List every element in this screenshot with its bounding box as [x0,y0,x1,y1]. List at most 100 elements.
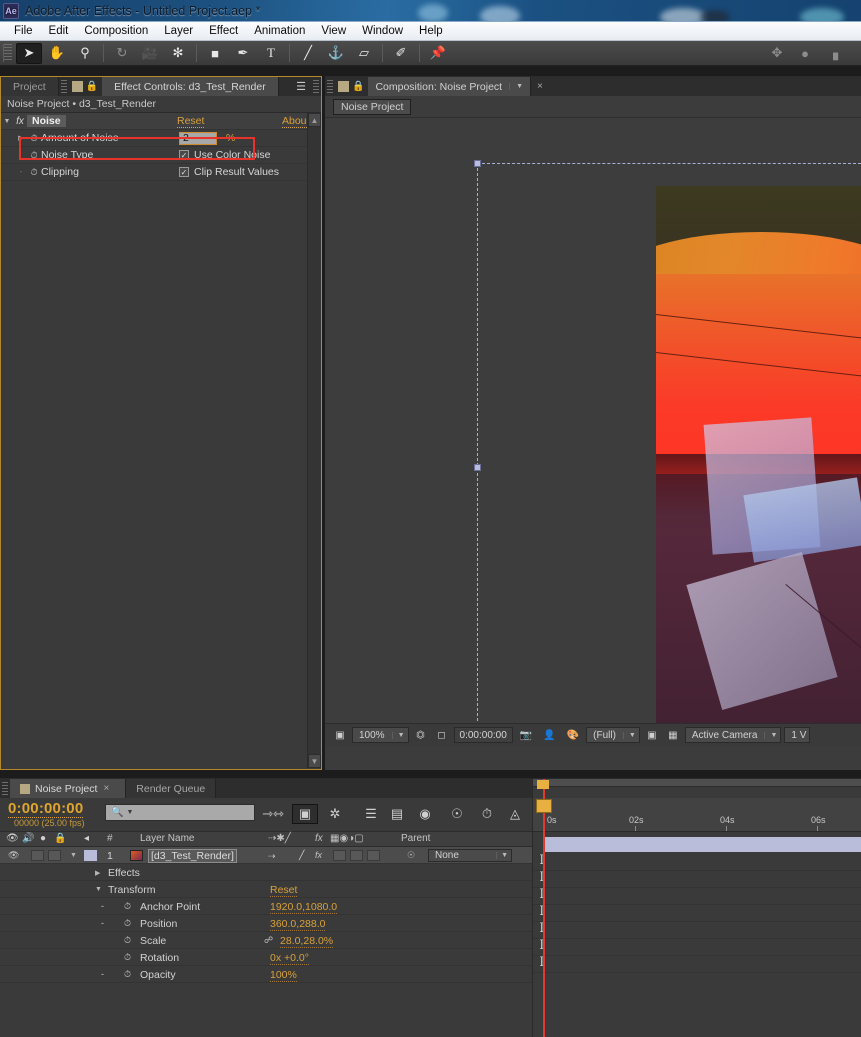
work-area-bar[interactable] [533,779,861,787]
selection-tool-icon[interactable]: ➤ [16,43,42,64]
tab-composition[interactable]: Composition: Noise Project ▼ [368,77,531,96]
about-link[interactable]: Abou [282,115,307,128]
layer-name[interactable]: [d3_Test_Render] [148,849,237,863]
use-color-noise-checkbox[interactable]: ✓ [179,150,189,160]
brainstorm-icon[interactable]: ◉ [412,804,438,824]
property-row-amount-of-noise[interactable]: ▶ ⏱ Amount of Noise 2 % [1,130,307,147]
panel-grip-icon[interactable] [61,80,67,93]
pen-tool-icon[interactable]: ✒ [230,43,256,64]
draft-3d-icon[interactable]: ▣ [292,804,318,824]
scale-link-icon[interactable]: ☍ [264,935,273,946]
parent-dropdown[interactable]: None ▼ [428,849,512,862]
prop-value-rotation[interactable]: 0x +0.0° [270,952,309,965]
composition-mini-flowchart-icon[interactable]: ⇾⇿ [260,804,286,824]
puppet-pin-tool-icon[interactable]: 📌 [425,43,451,64]
tab-noise-project[interactable]: Noise Project × [10,779,126,798]
layer-shy-icon[interactable]: ⇢ [268,851,276,862]
graph-editor-icon[interactable]: ◬ [502,804,528,824]
layer-duration-bar[interactable] [545,837,861,852]
transparency-grid-icon[interactable]: ▦ [664,727,682,743]
zoom-tool-icon[interactable]: ⚲ [72,43,98,64]
grid-icon[interactable]: ▗ [820,43,846,64]
motion-sketch-icon[interactable]: ⏱ [474,804,500,824]
layer-solo-toggle[interactable] [48,850,61,861]
layer-3d-toggle[interactable] [367,850,380,861]
stopwatch-icon-position[interactable]: ⏱ [124,918,131,929]
pan-behind-tool-icon[interactable]: ✻ [165,43,191,64]
stopwatch-icon-scale[interactable]: ⏱ [124,935,131,946]
roto-brush-tool-icon[interactable]: ✐ [388,43,414,64]
tab-render-queue[interactable]: Render Queue [126,779,216,798]
lock-icon[interactable]: 🔒 [86,81,98,92]
stopwatch-icon-opacity[interactable]: ⏱ [124,969,131,980]
twirl-right-icon[interactable]: ▶ [15,134,27,142]
rotation-tool-icon[interactable]: ↻ [109,43,135,64]
channel-rgb-icon[interactable]: 🎨 [563,727,583,743]
layer-video-toggle-icon[interactable]: 👁 [8,850,19,861]
chevron-down-icon[interactable]: ▼ [509,83,523,90]
layer-twirl-icon[interactable]: ▼ [70,852,77,859]
time-ruler[interactable]: 0s 02s 04s 06s [533,798,861,832]
resolution-dropdown[interactable]: (Full) ▼ [586,727,640,743]
clone-stamp-tool-icon[interactable]: ⚓ [323,43,349,64]
breadcrumb-noise-project[interactable]: Noise Project [333,99,411,115]
camera-dropdown[interactable]: Active Camera ▼ [685,727,782,743]
selection-handle-ml[interactable] [474,464,481,471]
composition-viewer[interactable]: ▣ 100% ▼ ⏣ ◻ 0:00:00:00 📷 👤 🎨 (Full) ▼ ▣… [325,118,861,746]
property-row-noise-type[interactable]: ⏱ Noise Type ✓ Use Color Noise [1,147,307,164]
menu-view[interactable]: View [313,24,354,38]
dot-icon[interactable]: ● [792,43,818,64]
snapshot-camera-icon[interactable]: 📷 [516,727,536,743]
menu-animation[interactable]: Animation [246,24,313,38]
twirl-right-icon-effects[interactable]: ▶ [95,869,100,877]
menu-effect[interactable]: Effect [201,24,246,38]
frame-blending-icon[interactable]: ☰ [358,804,384,824]
hand-tool-icon[interactable]: ✋ [44,43,70,64]
timeline-current-time[interactable]: 0:00:00:00 [8,800,83,818]
effect-header-row[interactable]: ▼ fx Noise Reset Abou [1,113,307,130]
timeline-search-input[interactable]: 🔍 ▼ [105,804,255,821]
layer-audio-toggle[interactable] [31,850,44,861]
prop-value-anchor-point[interactable]: 1920.0,1080.0 [270,901,337,914]
current-time-display[interactable]: 0:00:00:00 [454,727,513,743]
stopwatch-icon-3[interactable]: ⏱ [27,167,41,178]
comp-grip-icon[interactable] [327,80,333,93]
comp-lock-icon[interactable]: 🔒 [352,81,364,92]
show-snapshot-icon[interactable]: 👤 [539,727,559,743]
menu-file[interactable]: File [6,24,41,38]
property-row-clipping[interactable]: - ⏱ Clipping ✓ Clip Result Values [1,164,307,181]
stopwatch-icon-rotation[interactable]: ⏱ [124,952,131,963]
amount-of-noise-input[interactable]: 2 [179,132,217,145]
menu-layer[interactable]: Layer [156,24,201,38]
parent-pickwhip-icon[interactable]: ☉ [407,850,415,861]
prop-value-position[interactable]: 360.0,288.0 [270,918,325,931]
reset-link[interactable]: Reset [177,115,204,128]
layer-frame-blend-toggle[interactable] [333,850,346,861]
menu-window[interactable]: Window [354,24,411,38]
twirl-down-icon[interactable]: ▼ [1,118,13,125]
scroll-up-icon[interactable]: ▲ [308,113,321,127]
type-tool-icon[interactable]: T [258,43,284,64]
camera-tool-icon[interactable]: 🎥 [137,43,163,64]
tab-project[interactable]: Project [1,77,59,96]
clipping-value[interactable]: ✓ Clip Result Values [179,166,279,178]
scroll-down-icon[interactable]: ▼ [308,754,321,768]
effect-controls-scrollbar[interactable]: ▲ ▼ [307,113,321,768]
transform-reset-link[interactable]: Reset [270,884,297,897]
selection-handle-tl[interactable] [474,160,481,167]
prop-value-opacity[interactable]: 100% [270,969,297,982]
playhead[interactable] [543,779,545,1037]
always-preview-icon[interactable]: ▣ [331,727,349,743]
panel-grip-icon-2[interactable] [313,80,319,93]
stopwatch-icon-anchor[interactable]: ⏱ [124,901,131,912]
work-area-start-handle[interactable] [537,780,549,789]
layer-motion-blur-toggle[interactable] [350,850,363,861]
auto-keyframe-icon[interactable]: ☉ [444,804,470,824]
choose-grid-guides-icon[interactable]: ⏣ [412,727,430,743]
views-dropdown[interactable]: 1 V [784,727,810,743]
toolbar-grip[interactable] [3,44,12,62]
brush-tool-icon[interactable]: ╱ [295,43,321,64]
close-icon[interactable]: × [531,81,549,92]
close-icon-tl[interactable]: × [97,783,115,794]
menu-help[interactable]: Help [411,24,451,38]
